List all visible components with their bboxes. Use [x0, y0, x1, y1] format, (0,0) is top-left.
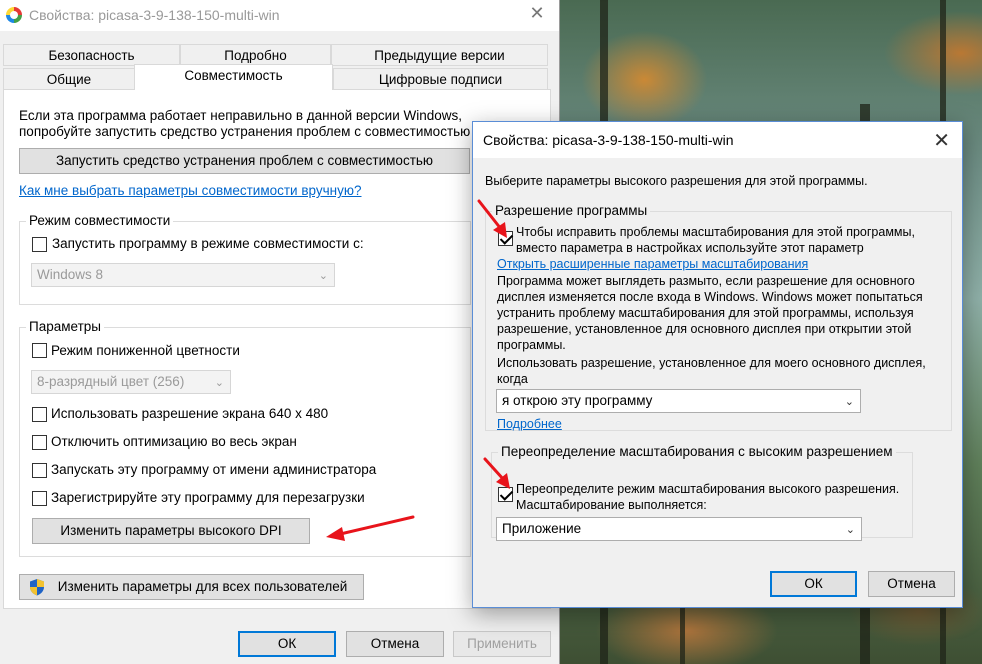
- run-as-admin-checkbox[interactable]: [32, 463, 47, 478]
- register-restart-label: Зарегистрируйте эту программу для переза…: [51, 490, 365, 505]
- dpi-timing-select[interactable]: я открою эту программу ⌄: [496, 389, 861, 413]
- window-title: Свойства: picasa-3-9-138-150-multi-win: [29, 7, 280, 23]
- close-icon[interactable]: ✕: [525, 3, 549, 24]
- select-value: я открою эту программу: [502, 393, 653, 408]
- group-label: Параметры: [26, 319, 104, 334]
- chevron-down-icon: ⌄: [844, 396, 854, 408]
- group-label: Переопределение масштабирования с высоки…: [498, 444, 896, 459]
- resolution-640-label: Использовать разрешение экрана 640 x 480: [51, 406, 329, 421]
- resolution-640-checkbox[interactable]: [32, 407, 47, 422]
- advanced-scaling-link[interactable]: Открыть расширенные параметры масштабиро…: [497, 257, 808, 271]
- dialog-ok-button[interactable]: ОК: [770, 571, 857, 597]
- tab-digital-signatures[interactable]: Цифровые подписи: [333, 68, 548, 90]
- apply-button[interactable]: Применить: [453, 631, 551, 657]
- select-value: Приложение: [502, 521, 582, 536]
- run-as-admin-label: Запускать эту программу от имени админис…: [51, 462, 377, 477]
- picasa-icon: [6, 7, 22, 23]
- tab-compatibility[interactable]: Совместимость: [134, 64, 333, 90]
- program-dpi-label: вместо параметра в настройках используйт…: [516, 241, 864, 255]
- select-value: 8-разрядный цвет (256): [37, 374, 185, 389]
- group-label: Режим совместимости: [26, 213, 174, 228]
- chevron-down-icon: ⌄: [318, 270, 328, 282]
- tab-security[interactable]: Безопасность: [3, 44, 180, 66]
- button-label: Изменить параметры для всех пользователе…: [57, 579, 348, 594]
- intro-text: попробуйте запустить средство устранения…: [19, 124, 471, 139]
- tab-general[interactable]: Общие: [3, 68, 135, 90]
- cancel-button[interactable]: Отмена: [346, 631, 444, 657]
- register-restart-checkbox[interactable]: [32, 491, 47, 506]
- chevron-down-icon: ⌄: [214, 377, 224, 389]
- compat-mode-checkbox[interactable]: [32, 237, 47, 252]
- run-troubleshooter-button[interactable]: Запустить средство устранения проблем с …: [19, 148, 470, 174]
- tab-details[interactable]: Подробно: [180, 44, 331, 66]
- disable-fullscreen-checkbox[interactable]: [32, 435, 47, 450]
- scaling-performed-by-select[interactable]: Приложение ⌄: [496, 517, 862, 541]
- change-high-dpi-button[interactable]: Изменить параметры высокого DPI: [32, 518, 310, 544]
- uac-shield-icon: [30, 579, 44, 596]
- reduced-color-checkbox[interactable]: [32, 343, 47, 358]
- title-bar: Свойства: picasa-3-9-138-150-multi-win ✕: [0, 0, 559, 31]
- tab-previous-versions[interactable]: Предыдущие версии: [331, 44, 548, 66]
- ok-button[interactable]: ОК: [238, 631, 336, 657]
- program-dpi-checkbox[interactable]: [498, 231, 513, 246]
- high-dpi-dialog: Свойства: picasa-3-9-138-150-multi-win ✕…: [472, 121, 963, 608]
- close-icon[interactable]: ✕: [933, 128, 950, 153]
- disable-fullscreen-label: Отключить оптимизацию во весь экран: [51, 434, 297, 449]
- reduced-color-label: Режим пониженной цветности: [51, 343, 240, 358]
- dialog-title: Свойства: picasa-3-9-138-150-multi-win: [483, 132, 734, 148]
- chevron-down-icon: ⌄: [845, 524, 855, 536]
- dpi-override-checkbox[interactable]: [498, 487, 513, 502]
- dialog-cancel-button[interactable]: Отмена: [868, 571, 955, 597]
- use-resolution-label: Использовать разрешение, установленное д…: [497, 356, 926, 386]
- instruction-text: Выберите параметры высокого разрешения д…: [485, 174, 868, 188]
- learn-more-link[interactable]: Подробнее: [497, 417, 562, 431]
- program-dpi-label: Чтобы исправить проблемы масштабирования…: [516, 225, 915, 239]
- dialog-title-bar: Свойства: picasa-3-9-138-150-multi-win ✕: [473, 122, 962, 158]
- intro-text: Если эта программа работает неправильно …: [19, 108, 463, 123]
- select-value: Windows 8: [37, 267, 104, 282]
- dpi-override-label: Масштабирование выполняется:: [516, 498, 707, 512]
- program-dpi-description: Программа может выглядеть размыто, если …: [497, 274, 923, 352]
- group-label: Разрешение программы: [492, 203, 651, 218]
- change-all-users-button[interactable]: Изменить параметры для всех пользователе…: [19, 574, 364, 600]
- dpi-override-label: Переопределите режим масштабирования выс…: [516, 482, 900, 496]
- manual-settings-link[interactable]: Как мне выбрать параметры совместимости …: [19, 183, 362, 198]
- compat-mode-label: Запустить программу в режиме совместимос…: [52, 236, 364, 251]
- color-depth-select[interactable]: 8-разрядный цвет (256) ⌄: [31, 370, 231, 394]
- windows-version-select[interactable]: Windows 8 ⌄: [31, 263, 335, 287]
